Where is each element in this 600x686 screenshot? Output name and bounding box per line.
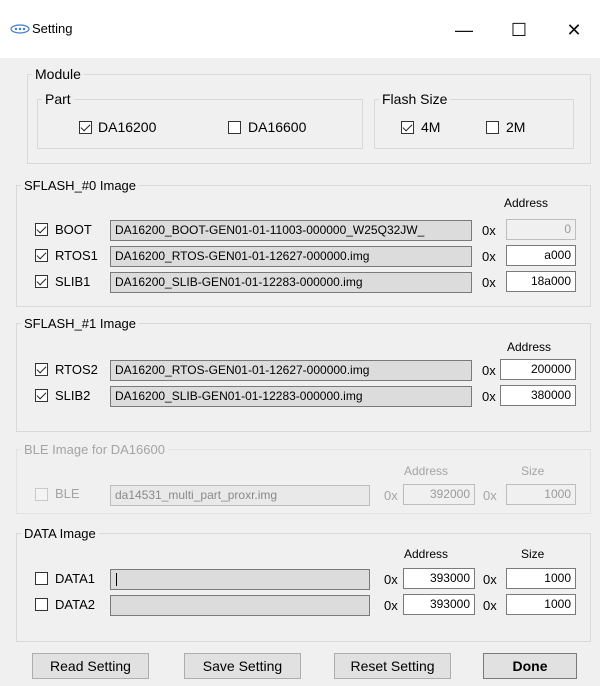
data1-file-field[interactable]: [110, 569, 370, 590]
part-group: Part: [37, 91, 363, 149]
data1-size-prefix: 0x: [483, 572, 497, 587]
flash-4m-label: 4M: [421, 119, 441, 135]
slib1-address-prefix: 0x: [482, 275, 496, 290]
part-da16600-checkbox[interactable]: [228, 121, 241, 134]
slib2-checkbox[interactable]: [35, 389, 48, 402]
data1-checkbox[interactable]: [35, 572, 48, 585]
sflash1-address-header: Address: [507, 340, 552, 354]
slib2-file-field[interactable]: DA16200_SLIB-GEN01-01-12283-000000.img: [110, 386, 472, 407]
flash-2m-checkbox[interactable]: [486, 121, 499, 134]
rtos2-address-field[interactable]: 200000: [500, 359, 576, 380]
data1-address-prefix: 0x: [384, 572, 398, 587]
data-image-legend: DATA Image: [24, 526, 96, 541]
slib1-checkbox[interactable]: [35, 275, 48, 288]
part-da16200-label: DA16200: [98, 119, 157, 135]
rtos2-file-field[interactable]: DA16200_RTOS-GEN01-01-12627-000000.img: [110, 360, 472, 381]
data2-label: DATA2: [55, 597, 95, 612]
data1-address-field[interactable]: 393000: [403, 568, 475, 589]
data2-size-prefix: 0x: [483, 598, 497, 613]
data2-address-prefix: 0x: [384, 598, 398, 613]
ble-legend: BLE Image for DA16600: [24, 442, 165, 457]
data1-size-field[interactable]: 1000: [506, 568, 576, 589]
boot-file-field[interactable]: DA16200_BOOT-GEN01-01-11003-000000_W25Q3…: [110, 220, 472, 241]
app-logo-icon: [10, 24, 30, 34]
minimize-button[interactable]: —: [442, 12, 486, 48]
slib1-file-field[interactable]: DA16200_SLIB-GEN01-01-12283-000000.img: [110, 272, 472, 293]
flash-size-group: Flash Size: [374, 91, 574, 149]
rtos1-label: RTOS1: [55, 248, 98, 263]
ble-address-field: 392000: [403, 484, 475, 505]
flash-size-legend: Flash Size: [382, 91, 448, 107]
ble-size-header: Size: [521, 464, 545, 478]
rtos1-file-field[interactable]: DA16200_RTOS-GEN01-01-12627-000000.img: [110, 246, 472, 267]
boot-label: BOOT: [55, 222, 92, 237]
data2-address-field[interactable]: 393000: [403, 594, 475, 615]
boot-checkbox[interactable]: [35, 223, 48, 236]
ble-address-header: Address: [404, 464, 449, 478]
data2-size-field[interactable]: 1000: [506, 594, 576, 615]
done-button[interactable]: Done: [483, 653, 577, 679]
rtos2-address-prefix: 0x: [482, 363, 496, 378]
data-size-header: Size: [521, 547, 545, 561]
ble-address-prefix: 0x: [384, 488, 398, 503]
slib2-address-field[interactable]: 380000: [500, 385, 576, 406]
title-bar: Setting — ☐ ✕: [0, 0, 600, 58]
close-button[interactable]: ✕: [552, 12, 596, 48]
sflash0-legend: SFLASH_#0 Image: [24, 178, 137, 193]
window-title: Setting: [32, 21, 73, 36]
slib1-address-field[interactable]: 18a000: [506, 271, 576, 292]
data1-label: DATA1: [55, 571, 95, 586]
text-cursor: [116, 573, 117, 586]
maximize-button[interactable]: ☐: [497, 12, 541, 48]
slib2-address-prefix: 0x: [482, 389, 496, 404]
sflash1-legend: SFLASH_#1 Image: [24, 316, 137, 331]
boot-address-field: 0: [506, 219, 576, 240]
sflash0-address-header: Address: [504, 196, 549, 210]
rtos1-checkbox[interactable]: [35, 249, 48, 262]
boot-address-prefix: 0x: [482, 223, 496, 238]
rtos2-label: RTOS2: [55, 362, 98, 377]
flash-2m-label: 2M: [506, 119, 526, 135]
rtos1-address-prefix: 0x: [482, 249, 496, 264]
data-address-header: Address: [404, 547, 449, 561]
data2-file-field[interactable]: [110, 595, 370, 616]
reset-setting-button[interactable]: Reset Setting: [334, 653, 451, 679]
module-legend: Module: [35, 66, 81, 82]
ble-file-field: da14531_multi_part_proxr.img: [110, 485, 370, 506]
part-legend: Part: [45, 91, 71, 107]
settings-panel: Module Part DA16200 DA16600 Flash Size 4…: [0, 58, 600, 686]
rtos2-checkbox[interactable]: [35, 363, 48, 376]
ble-size-prefix: 0x: [483, 488, 497, 503]
slib2-label: SLIB2: [55, 388, 91, 403]
ble-label: BLE: [55, 486, 80, 501]
part-da16600-label: DA16600: [248, 119, 307, 135]
flash-4m-checkbox[interactable]: [401, 121, 414, 134]
data2-checkbox[interactable]: [35, 598, 48, 611]
slib1-label: SLIB1: [55, 274, 91, 289]
rtos1-address-field[interactable]: a000: [506, 245, 576, 266]
read-setting-button[interactable]: Read Setting: [32, 653, 149, 679]
ble-size-field: 1000: [506, 484, 576, 505]
ble-checkbox: [35, 488, 48, 501]
save-setting-button[interactable]: Save Setting: [184, 653, 301, 679]
part-da16200-checkbox[interactable]: [79, 121, 92, 134]
